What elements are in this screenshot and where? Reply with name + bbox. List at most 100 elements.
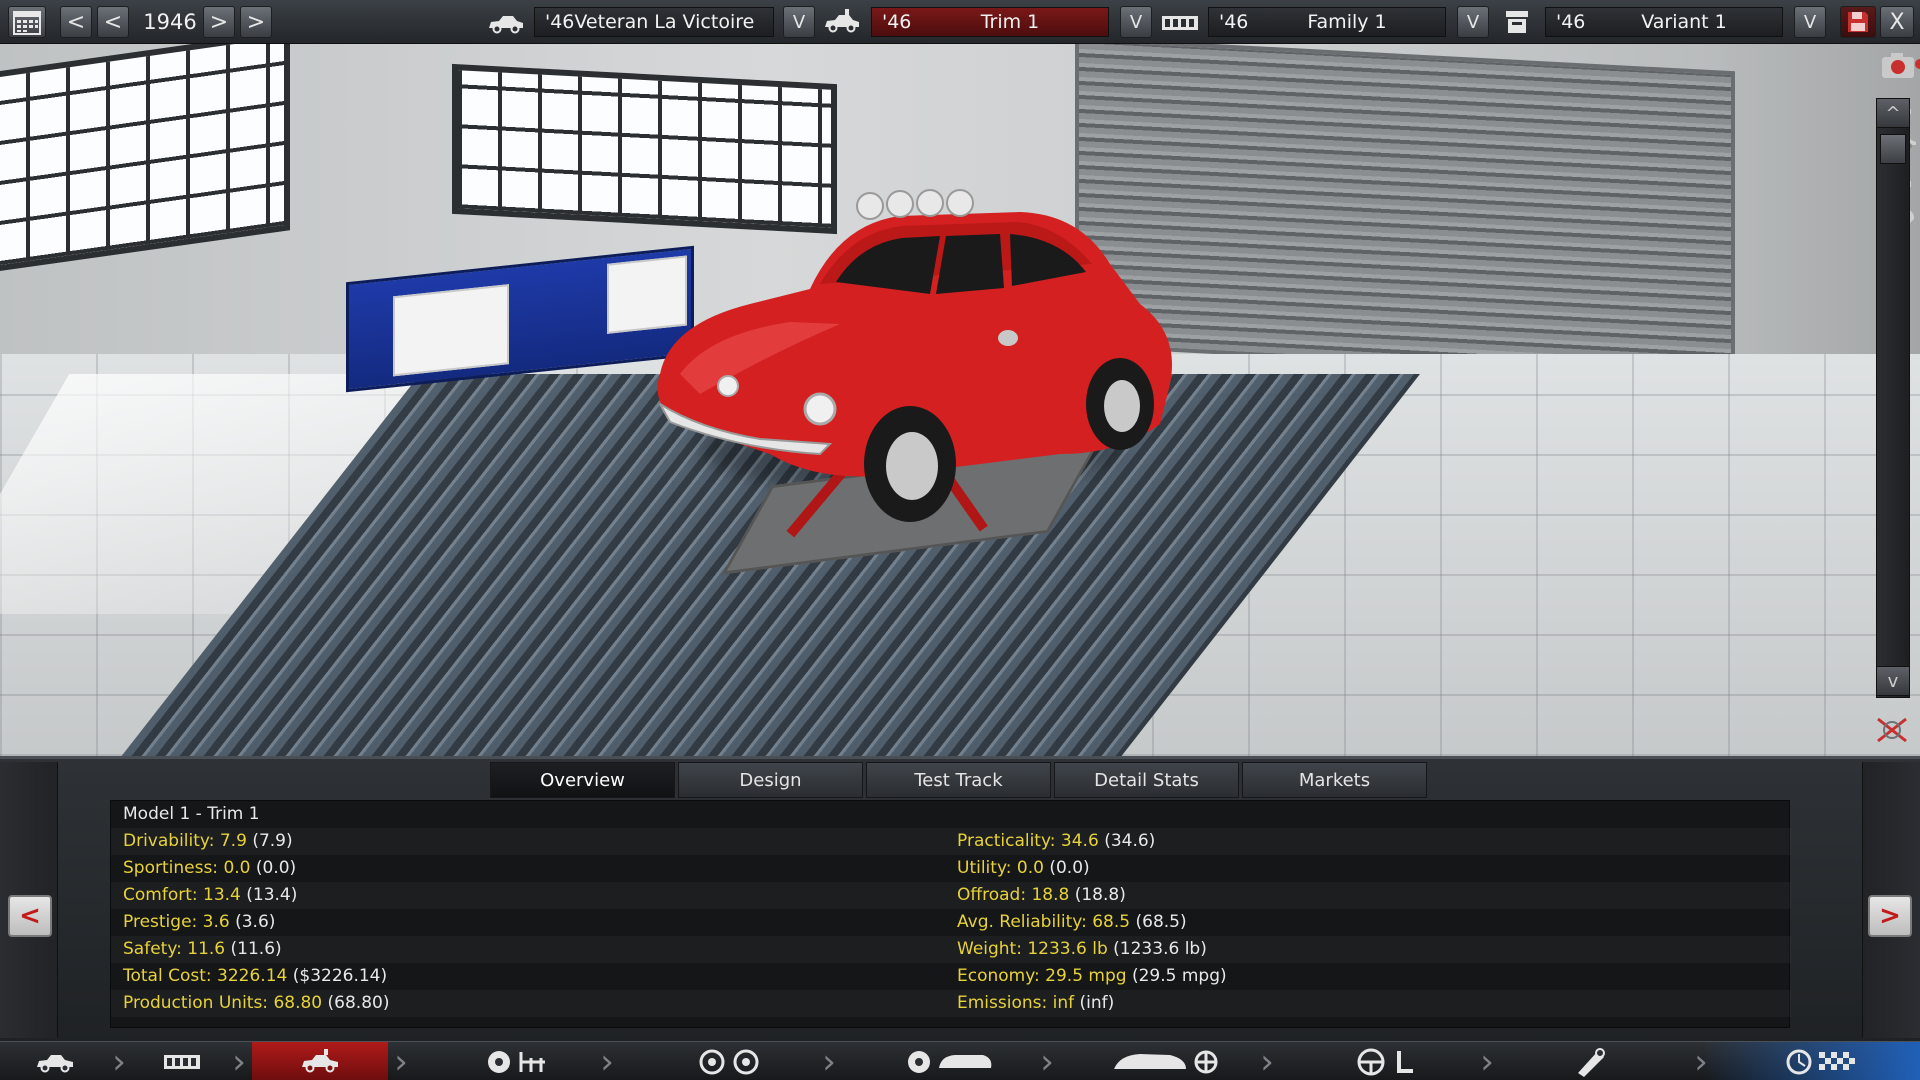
garage-3d-view[interactable] — [0, 44, 1920, 756]
stat-weight: Weight: 1233.6 lb (1233.6 lb) — [957, 939, 1207, 959]
stat-row: Prestige: 3.6 (3.6) Avg. Reliability: 68… — [111, 909, 1791, 936]
stat-key: Sportiness: 0.0 — [123, 858, 251, 878]
aero-fan-icon — [1114, 1050, 1218, 1073]
overview-stats-panel: Model 1 - Trim 1 Drivability: 7.9 (7.9) … — [110, 800, 1790, 1028]
stat-avg-reliability: Avg. Reliability: 68.5 (68.5) — [957, 912, 1187, 932]
stat-value: (0.0) — [255, 858, 297, 878]
tab-overview[interactable]: Overview — [490, 762, 675, 798]
stat-key: Utility: 0.0 — [957, 858, 1044, 878]
nav-fixtures[interactable] — [1540, 1042, 1640, 1080]
trim-name: Trim 1 — [980, 11, 1040, 33]
stat-key: Prestige: 3.6 — [123, 912, 230, 932]
nav-testing[interactable] — [1760, 1042, 1890, 1080]
family-selector[interactable]: '46 Family 1 — [1208, 7, 1446, 37]
stat-row: Safety: 11.6 (11.6) Weight: 1233.6 lb (1… — [111, 936, 1791, 963]
stat-value: (11.6) — [230, 939, 282, 959]
stat-value: (34.6) — [1104, 831, 1156, 851]
prev-page-button[interactable]: < — [8, 895, 52, 937]
stat-drivability: Drivability: 7.9 (7.9) — [123, 831, 293, 851]
stat-row: Production Units: 68.80 (68.80) Emission… — [111, 990, 1791, 1017]
stat-key: Comfort: 13.4 — [123, 885, 241, 905]
stat-value: (13.4) — [246, 885, 298, 905]
next-page-button[interactable]: > — [1868, 895, 1912, 937]
model-name: Veteran La Victoire — [574, 11, 755, 33]
stat-key: Practicality: 34.6 — [957, 831, 1099, 851]
chassis-icon — [488, 1050, 545, 1073]
nav-interior[interactable] — [1310, 1042, 1470, 1080]
tab-design[interactable]: Design — [678, 762, 863, 798]
stat-production-units: Production Units: 68.80 (68.80) — [123, 993, 389, 1013]
variant-dropdown-button[interactable]: V — [1794, 6, 1826, 38]
stat-row: Drivability: 7.9 (7.9) Practicality: 34.… — [111, 828, 1791, 855]
cabinet-door-left — [393, 284, 509, 377]
stat-value: (68.80) — [327, 993, 390, 1013]
model-selector[interactable]: '46 Veteran La Victoire — [534, 7, 774, 37]
stat-value: (1233.6 lb) — [1113, 939, 1207, 959]
body-icon — [908, 1050, 992, 1073]
camera-zoom-track[interactable] — [1876, 98, 1910, 698]
eye-icon[interactable] — [1910, 52, 1920, 76]
stat-row-title: Model 1 - Trim 1 — [111, 801, 1791, 828]
stat-key: Offroad: 18.8 — [957, 885, 1070, 905]
chevron-right-icon: › — [1480, 1041, 1494, 1080]
family-dropdown-button[interactable]: V — [1457, 6, 1489, 38]
nav-suspension[interactable] — [650, 1042, 810, 1080]
stat-key: Production Units: 68.80 — [123, 993, 323, 1013]
model-dropdown-button[interactable]: V — [783, 6, 815, 38]
year-forward-button[interactable]: > — [203, 6, 235, 38]
year-back-button[interactable]: < — [97, 6, 129, 38]
stat-row: Total Cost: 3226.14 ($3226.14) Economy: … — [111, 963, 1791, 990]
year-back-fast-button[interactable]: < — [60, 6, 92, 38]
stat-value: (inf) — [1079, 993, 1115, 1013]
tab-test-track[interactable]: Test Track — [866, 762, 1051, 798]
nav-aero[interactable] — [1080, 1042, 1250, 1080]
calendar-button[interactable] — [8, 6, 46, 38]
info-tabs: Overview Design Test Track Detail Stats … — [490, 762, 1430, 798]
chevron-right-icon: › — [600, 1041, 614, 1080]
checkered-flag-icon — [1786, 1049, 1855, 1074]
nav-chassis[interactable] — [440, 1042, 600, 1080]
zoom-up-button[interactable]: ^ — [1876, 98, 1910, 128]
stat-key: Drivability: 7.9 — [123, 831, 247, 851]
variant-name: Variant 1 — [1641, 11, 1727, 33]
variant-selector[interactable]: '46 Variant 1 — [1545, 7, 1783, 37]
nav-body[interactable] — [870, 1042, 1030, 1080]
variant-prefix: '46 — [1556, 11, 1586, 33]
zoom-down-button[interactable]: v — [1876, 666, 1910, 696]
reset-view-icon[interactable] — [1872, 712, 1912, 748]
tab-markets[interactable]: Markets — [1242, 762, 1427, 798]
year-forward-fast-button[interactable]: > — [240, 6, 272, 38]
trim-icon — [822, 8, 862, 36]
chevron-right-icon: › — [822, 1041, 836, 1080]
stat-emissions: Emissions: inf (inf) — [957, 993, 1114, 1013]
stat-key: Avg. Reliability: 68.5 — [957, 912, 1131, 932]
nav-model[interactable] — [0, 1042, 110, 1080]
stat-key: Safety: 11.6 — [123, 939, 226, 959]
engine-family-icon — [164, 1054, 200, 1069]
family-prefix: '46 — [1219, 11, 1249, 33]
stat-key: Weight: 1233.6 lb — [957, 939, 1108, 959]
trim-selector[interactable]: '46 Trim 1 — [871, 7, 1109, 37]
chevron-right-icon: › — [394, 1041, 408, 1080]
save-button[interactable] — [1840, 6, 1876, 38]
close-button[interactable]: X — [1880, 6, 1914, 38]
wheels-icon — [699, 1049, 759, 1074]
engine-family-icon — [1160, 10, 1200, 36]
nav-engine-family[interactable] — [132, 1042, 232, 1080]
stat-comfort: Comfort: 13.4 (13.4) — [123, 885, 297, 905]
stat-row: Comfort: 13.4 (13.4) Offroad: 18.8 (18.8… — [111, 882, 1791, 909]
trim-dropdown-button[interactable]: V — [1120, 6, 1152, 38]
chevron-right-icon: › — [1260, 1041, 1274, 1080]
tab-detail-stats[interactable]: Detail Stats — [1054, 762, 1239, 798]
calendar-icon — [13, 11, 41, 35]
overview-title: Model 1 - Trim 1 — [123, 804, 260, 824]
stat-economy: Economy: 29.5 mpg (29.5 mpg) — [957, 966, 1227, 986]
zoom-slider-handle[interactable] — [1880, 134, 1906, 164]
family-name: Family 1 — [1307, 11, 1387, 33]
nav-trim[interactable] — [252, 1042, 388, 1080]
engine-variant-icon — [1500, 8, 1534, 36]
stat-practicality: Practicality: 34.6 (34.6) — [957, 831, 1155, 851]
car-model-icon — [486, 10, 526, 36]
year-display: 1946 — [143, 10, 197, 34]
steering-wheel-icon — [1357, 1048, 1413, 1075]
